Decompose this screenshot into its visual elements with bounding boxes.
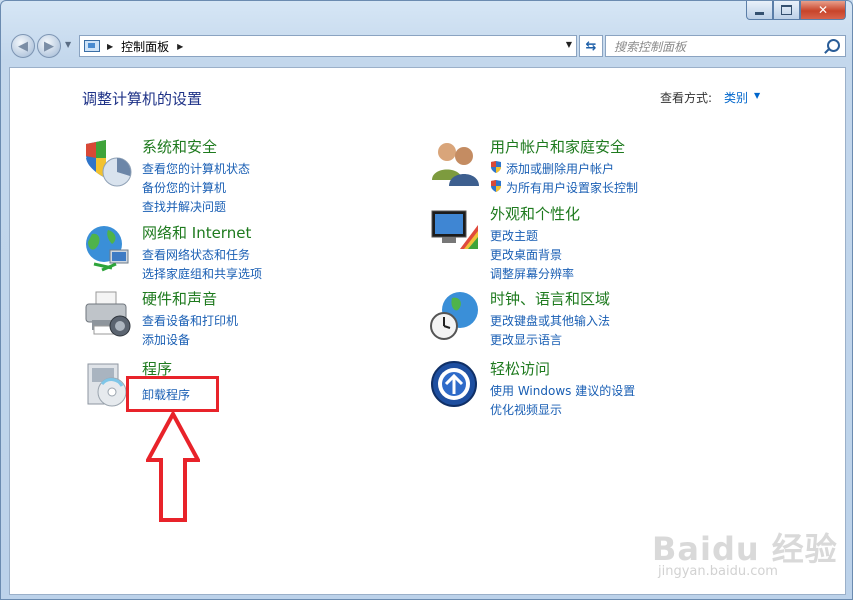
back-button[interactable]: ◀ bbox=[11, 34, 35, 58]
annotation-up-arrow-icon bbox=[146, 412, 200, 522]
category-title-appearance[interactable]: 外观和个性化 bbox=[490, 203, 580, 224]
refresh-button[interactable]: ⇆ bbox=[579, 35, 603, 57]
category-title-system-security[interactable]: 系统和安全 bbox=[142, 136, 217, 157]
link-add-device[interactable]: 添加设备 bbox=[142, 331, 190, 348]
ease-of-access-icon[interactable] bbox=[430, 360, 480, 410]
category-title-network-internet[interactable]: 网络和 Internet bbox=[142, 222, 251, 243]
search-input[interactable] bbox=[614, 38, 824, 56]
shield-icon[interactable] bbox=[82, 138, 132, 188]
window-controls: ✕ bbox=[746, 1, 846, 20]
uac-shield-icon bbox=[491, 161, 501, 173]
watermark-url: jingyan.baidu.com bbox=[658, 564, 778, 579]
breadcrumb-control-panel[interactable]: 控制面板 bbox=[121, 38, 169, 55]
forward-button[interactable]: ▶ bbox=[37, 34, 61, 58]
control-panel-window: ✕ ◀ ▶ ▼ ▶ 控制面板 ▶ ▼ ⇆ 调整计算机的设置 查看方式: 类别 ▼ bbox=[0, 0, 853, 600]
printer-icon[interactable] bbox=[82, 290, 132, 340]
minimize-icon bbox=[755, 11, 764, 15]
control-panel-icon bbox=[84, 40, 100, 52]
programs-cd-icon[interactable] bbox=[82, 360, 132, 410]
search-icon[interactable] bbox=[827, 39, 840, 52]
maximize-button[interactable] bbox=[773, 1, 800, 20]
content-pane: 调整计算机的设置 查看方式: 类别 ▼ 系统和安全 查看您的计算机状态 备份您的… bbox=[9, 67, 846, 595]
search-box bbox=[605, 35, 846, 57]
link-network-status-tasks[interactable]: 查看网络状态和任务 bbox=[142, 246, 250, 263]
baidu-watermark: Baidu 经验 jingyan.baidu.com bbox=[650, 508, 837, 588]
navigation-toolbar: ◀ ▶ ▼ ▶ 控制面板 ▶ ▼ ⇆ bbox=[9, 34, 846, 60]
maximize-icon bbox=[781, 5, 792, 15]
link-view-computer-status[interactable]: 查看您的计算机状态 bbox=[142, 160, 250, 177]
link-optimize-visual-display[interactable]: 优化视频显示 bbox=[490, 401, 562, 418]
page-title: 调整计算机的设置 bbox=[82, 90, 203, 108]
monitor-paint-icon[interactable] bbox=[430, 205, 480, 255]
category-title-ease-of-access[interactable]: 轻松访问 bbox=[490, 358, 550, 379]
globe-network-icon[interactable] bbox=[82, 224, 132, 274]
chevron-down-icon[interactable]: ▼ bbox=[754, 91, 760, 100]
view-by-label: 查看方式: bbox=[660, 91, 713, 105]
link-change-keyboard-input[interactable]: 更改键盘或其他输入法 bbox=[490, 312, 610, 329]
link-windows-recommended-settings[interactable]: 使用 Windows 建议的设置 bbox=[490, 382, 635, 399]
uac-shield-icon bbox=[491, 180, 501, 192]
minimize-button[interactable] bbox=[746, 1, 773, 20]
recent-pages-dropdown-icon[interactable]: ▼ bbox=[65, 40, 71, 49]
link-change-desktop-background[interactable]: 更改桌面背景 bbox=[490, 246, 562, 263]
category-title-hardware-sound[interactable]: 硬件和声音 bbox=[142, 288, 217, 309]
forward-arrow-icon: ▶ bbox=[44, 38, 54, 54]
link-change-display-language[interactable]: 更改显示语言 bbox=[490, 331, 562, 348]
link-find-fix-problems[interactable]: 查找并解决问题 bbox=[142, 198, 226, 215]
breadcrumb-separator-icon[interactable]: ▶ bbox=[177, 42, 183, 51]
address-bar[interactable]: ▶ 控制面板 ▶ ▼ bbox=[79, 35, 577, 57]
refresh-icon: ⇆ bbox=[585, 38, 597, 54]
link-change-theme[interactable]: 更改主题 bbox=[490, 227, 538, 244]
category-title-user-accounts[interactable]: 用户帐户和家庭安全 bbox=[490, 136, 625, 157]
link-backup-computer[interactable]: 备份您的计算机 bbox=[142, 179, 226, 196]
clock-globe-icon[interactable] bbox=[430, 290, 480, 340]
annotation-highlight-box bbox=[126, 376, 219, 412]
link-adjust-resolution[interactable]: 调整屏幕分辨率 bbox=[490, 265, 574, 282]
close-button[interactable]: ✕ bbox=[800, 1, 846, 20]
link-homegroup-sharing[interactable]: 选择家庭组和共享选项 bbox=[142, 265, 262, 282]
link-parental-controls[interactable]: 为所有用户设置家长控制 bbox=[506, 179, 638, 196]
view-by-selector[interactable]: 类别 bbox=[724, 89, 748, 106]
breadcrumb-separator-icon[interactable]: ▶ bbox=[107, 42, 113, 51]
link-add-remove-accounts[interactable]: 添加或删除用户帐户 bbox=[506, 160, 614, 177]
back-arrow-icon: ◀ bbox=[18, 38, 28, 54]
link-devices-printers[interactable]: 查看设备和打印机 bbox=[142, 312, 238, 329]
close-icon: ✕ bbox=[817, 3, 829, 17]
category-title-clock-language-region[interactable]: 时钟、语言和区域 bbox=[490, 288, 610, 309]
users-icon[interactable] bbox=[430, 138, 480, 188]
address-dropdown-icon[interactable]: ▼ bbox=[566, 40, 572, 49]
